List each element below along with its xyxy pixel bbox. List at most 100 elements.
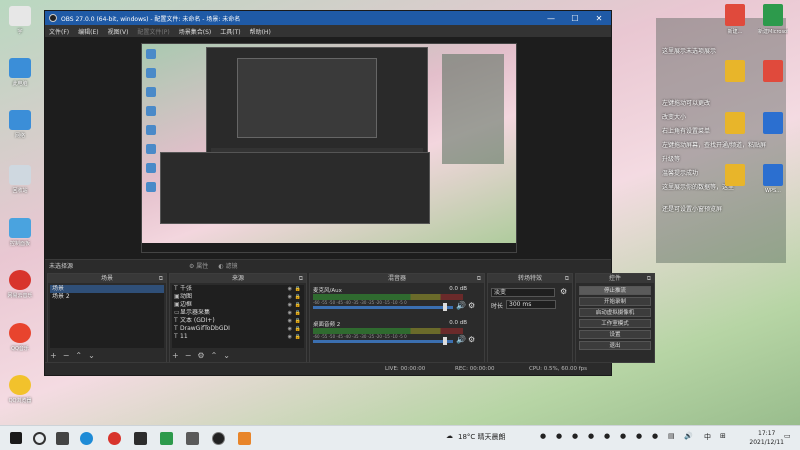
move-up-icon[interactable]: ⌃ — [211, 351, 218, 360]
weather-text[interactable]: 18°C 晴天晨朗 — [458, 432, 506, 442]
obs-titlebar[interactable]: OBS 27.0.0 (64-bit, windows) - 配置文件: 未命名… — [45, 11, 611, 25]
eye-icon[interactable]: ◉ — [288, 293, 292, 301]
settings-button[interactable]: 设置 — [579, 330, 651, 339]
source-item[interactable]: ▣边框 ◉ 🔒 — [172, 301, 304, 309]
stop-streaming-button[interactable]: 停止推流 — [579, 286, 651, 295]
eye-icon[interactable]: ◉ — [288, 333, 292, 341]
studio-mode-button[interactable]: 工作室模式 — [579, 319, 651, 328]
desktop-icon-file-3[interactable] — [720, 60, 750, 84]
source-item[interactable]: ▭显示器采集 ◉ 🔒 — [172, 309, 304, 317]
edge-browser-icon[interactable] — [80, 432, 93, 445]
desktop-icon-file-1[interactable]: 新建... — [720, 4, 750, 35]
eye-icon[interactable]: ◉ — [288, 301, 292, 309]
properties-button[interactable]: ⚙ 属性 — [189, 261, 208, 270]
lock-icon[interactable]: 🔒 — [295, 301, 301, 309]
network-icon[interactable]: ▤ — [668, 432, 675, 440]
volume-slider-knob[interactable] — [443, 303, 447, 311]
tray-app-icon[interactable]: ● — [620, 432, 626, 440]
search-icon[interactable] — [33, 432, 46, 445]
desktop-icon-user-folder[interactable]: 宇 — [4, 6, 36, 35]
volume-slider[interactable] — [313, 340, 453, 343]
tray-app-icon[interactable]: ● — [636, 432, 642, 440]
lock-icon[interactable]: 🔒 — [295, 285, 301, 293]
lock-icon[interactable]: 🔒 — [295, 317, 301, 325]
app-taskbar-icon[interactable] — [134, 432, 147, 445]
menu-file[interactable]: 文件(F) — [49, 27, 69, 36]
add-icon[interactable]: + — [172, 351, 179, 360]
add-icon[interactable]: + — [50, 351, 57, 360]
desktop-icon-recycle-bin[interactable]: 回收站 — [4, 165, 36, 194]
menu-scene-collection[interactable]: 场景集合(S) — [179, 27, 212, 36]
gear-icon[interactable]: ⚙ — [560, 287, 567, 296]
spreadsheet-taskbar-icon[interactable] — [160, 432, 173, 445]
eye-icon[interactable]: ◉ — [288, 317, 292, 325]
tray-app-icon[interactable]: ● — [540, 432, 546, 440]
ime-mode-icon[interactable]: ⊞ — [720, 432, 726, 440]
undock-icon[interactable]: ⧉ — [647, 274, 651, 283]
desktop-icon-qq-browser[interactable]: QQ浏览器 — [4, 375, 36, 404]
source-item[interactable]: T DrawGifToDbGDI ◉ 🔒 — [172, 325, 304, 333]
desktop-icon-netease-music[interactable]: 网易云音乐 — [4, 270, 36, 299]
desktop-icon-network[interactable]: 网络 — [4, 110, 36, 139]
gear-icon[interactable]: ⚙ — [468, 301, 475, 310]
task-view-icon[interactable] — [56, 432, 69, 445]
menu-tools[interactable]: 工具(T) — [220, 27, 240, 36]
maximize-button[interactable]: ☐ — [563, 14, 587, 23]
obs-taskbar-icon[interactable] — [212, 432, 225, 445]
undock-icon[interactable]: ⧉ — [565, 274, 569, 283]
lock-icon[interactable]: 🔒 — [295, 325, 301, 333]
close-button[interactable]: ✕ — [587, 14, 611, 23]
lock-icon[interactable]: 🔒 — [295, 333, 301, 341]
minimize-button[interactable]: — — [539, 14, 563, 23]
menu-help[interactable]: 帮助(H) — [250, 27, 271, 36]
desktop-icon-file-2[interactable]: 新建Microsoft... — [758, 4, 788, 35]
remove-icon[interactable]: − — [185, 351, 192, 360]
menu-edit[interactable]: 编辑(E) — [78, 27, 98, 36]
source-item[interactable]: T 千张 ◉ 🔒 — [172, 285, 304, 293]
remove-icon[interactable]: − — [63, 351, 70, 360]
app-taskbar-icon[interactable] — [238, 432, 251, 445]
move-down-icon[interactable]: ⌄ — [223, 351, 230, 360]
netease-music-taskbar-icon[interactable] — [108, 432, 121, 445]
duration-input[interactable]: 300 ms — [506, 300, 556, 309]
filters-button[interactable]: ◐ 滤镜 — [218, 261, 237, 270]
gear-icon[interactable]: ⚙ — [197, 351, 204, 360]
tray-app-icon[interactable]: ● — [556, 432, 562, 440]
desktop-icon-qq-music[interactable]: QQ音乐 — [4, 323, 36, 352]
tray-app-icon[interactable]: ● — [572, 432, 578, 440]
scene-item[interactable]: 场景 — [50, 285, 164, 293]
gear-icon[interactable]: ⚙ — [468, 335, 475, 344]
start-recording-button[interactable]: 开始录制 — [579, 297, 651, 306]
desktop-icon-file-8[interactable]: WPS... — [758, 164, 788, 194]
undock-icon[interactable]: ⧉ — [299, 274, 303, 283]
speaker-icon[interactable]: 🔊 — [456, 301, 466, 310]
volume-slider[interactable] — [313, 306, 453, 309]
notification-icon[interactable]: ▭ — [784, 432, 791, 440]
move-down-icon[interactable]: ⌄ — [88, 351, 95, 360]
clock[interactable]: 17:17 2021/12/11 — [749, 429, 784, 447]
desktop-icon-file-5[interactable] — [720, 112, 750, 136]
move-up-icon[interactable]: ⌃ — [75, 351, 82, 360]
start-virtual-camera-button[interactable]: 启动虚拟摄像机 — [579, 308, 651, 317]
exit-button[interactable]: 退出 — [579, 341, 651, 350]
desktop-icon-file-7[interactable] — [720, 164, 750, 188]
preview-canvas[interactable] — [141, 43, 517, 253]
desktop-icon-this-pc[interactable]: 此电脑 — [4, 58, 36, 87]
lock-icon[interactable]: 🔒 — [295, 293, 301, 301]
lock-icon[interactable]: 🔒 — [295, 309, 301, 317]
eye-icon[interactable]: ◉ — [288, 325, 292, 333]
menu-view[interactable]: 视图(V) — [108, 27, 129, 36]
tray-app-icon[interactable]: ● — [588, 432, 594, 440]
windows-start-icon[interactable] — [10, 432, 22, 444]
tray-app-icon[interactable]: ● — [604, 432, 610, 440]
transition-select[interactable]: 淡变 — [491, 288, 555, 297]
speaker-icon[interactable]: 🔊 — [456, 335, 466, 344]
source-item[interactable]: T 11 ◉ 🔒 — [172, 333, 304, 341]
volume-icon[interactable]: 🔊 — [684, 432, 693, 440]
app-taskbar-icon[interactable] — [186, 432, 199, 445]
source-item[interactable]: ▣动图 ◉ 🔒 — [172, 293, 304, 301]
desktop-icon-file-6[interactable] — [758, 112, 788, 136]
source-item[interactable]: T 文本 (GDI+) ◉ 🔒 — [172, 317, 304, 325]
menu-profile[interactable]: 配置文件(P) — [137, 27, 169, 36]
scene-item[interactable]: 场景 2 — [50, 293, 164, 301]
